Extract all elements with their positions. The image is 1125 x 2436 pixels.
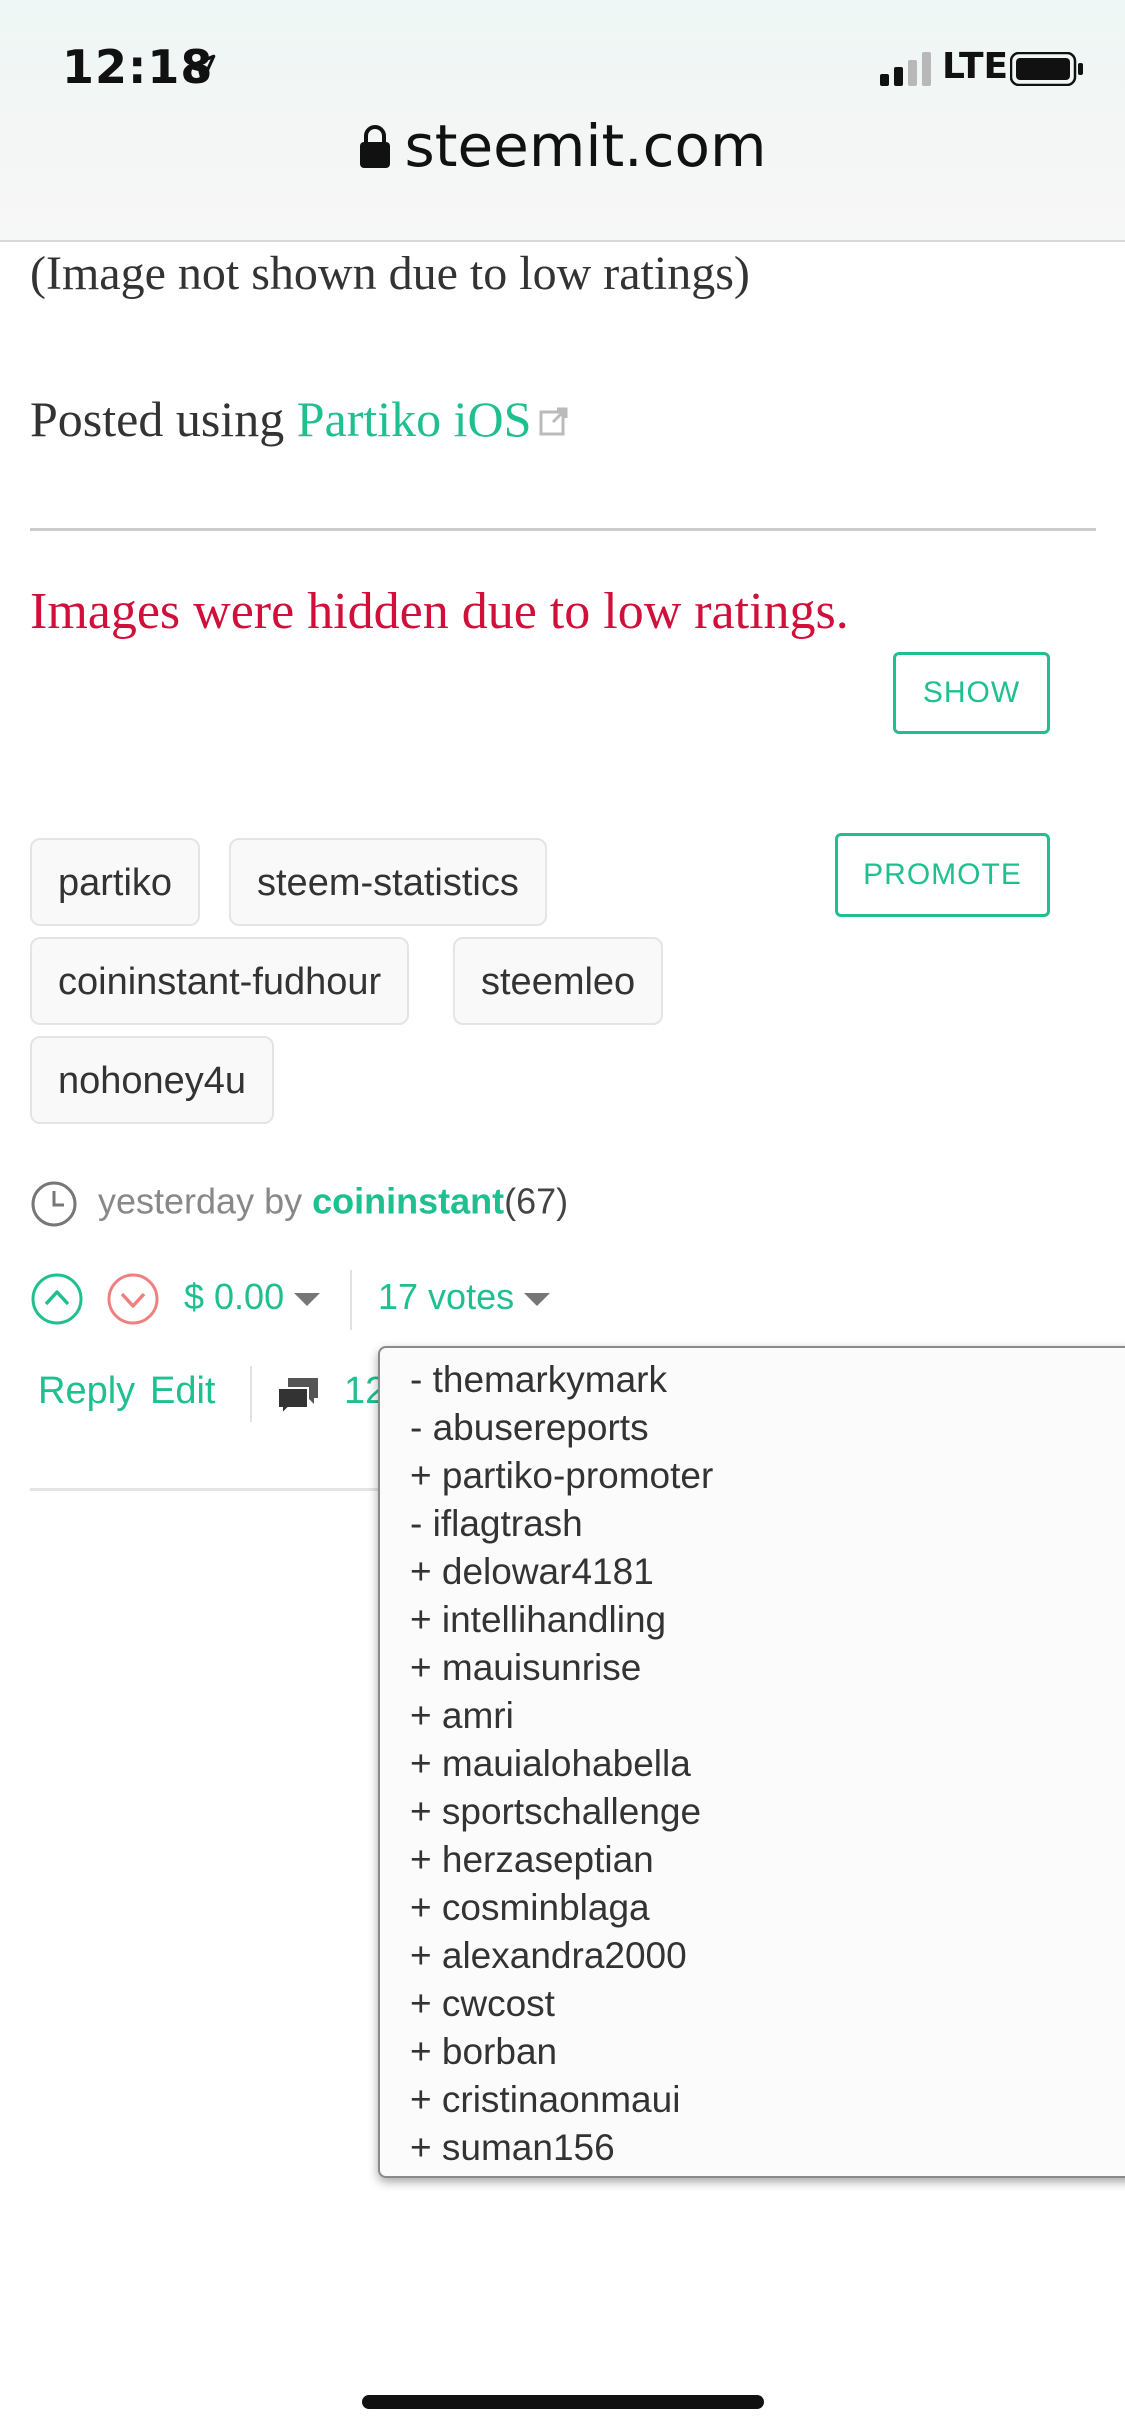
votes-count: 17 votes: [378, 1276, 515, 1317]
voter-item[interactable]: + mauialohabella: [380, 1740, 1125, 1788]
voter-item[interactable]: + amri: [380, 1692, 1125, 1740]
tag-coininstant-fudhour[interactable]: coininstant-fudhour: [30, 937, 410, 1025]
voter-item[interactable]: + cosminblaga: [380, 1884, 1125, 1932]
voter-item[interactable]: + suman156: [380, 2124, 1125, 2172]
home-indicator[interactable]: [362, 2395, 764, 2409]
downvote-button-icon[interactable]: [106, 1272, 160, 1326]
signal-icon: [880, 52, 931, 86]
tag-nohoney4u[interactable]: nohoney4u: [30, 1036, 275, 1124]
author-reputation: (67): [504, 1180, 569, 1222]
image-hidden-notice: (Image not shown due to low ratings): [30, 247, 750, 300]
voter-item[interactable]: - themarkymark: [380, 1356, 1125, 1404]
edit-link[interactable]: Edit: [150, 1370, 215, 1413]
tag-steemleo[interactable]: steemleo: [453, 937, 664, 1025]
vote-separator: [350, 1270, 352, 1330]
reply-link[interactable]: Reply: [38, 1370, 135, 1413]
by-label: by: [254, 1180, 313, 1222]
voter-item[interactable]: + mauisunrise: [380, 1644, 1125, 1692]
partiko-ios-link[interactable]: Partiko iOS: [297, 391, 532, 447]
voter-item[interactable]: + cwcost: [380, 1980, 1125, 2028]
battery-icon: [1010, 52, 1083, 86]
upvote-button-icon[interactable]: [30, 1272, 84, 1326]
voters-dropdown-menu: - themarkymark - abusereports + partiko-…: [378, 1346, 1125, 2178]
voter-item[interactable]: + partiko-promoter: [380, 1452, 1125, 1500]
payout-dropdown[interactable]: $ 0.00: [184, 1276, 321, 1318]
voter-item[interactable]: - abusereports: [380, 1404, 1125, 1452]
voter-item[interactable]: + herzaseptian: [380, 1836, 1125, 1884]
voter-item[interactable]: + sportschallenge: [380, 1788, 1125, 1836]
voter-item[interactable]: + cristinaonmaui: [380, 2076, 1125, 2124]
browser-top-bar: 12:18 LTE steemit.com: [0, 0, 1125, 242]
author-link[interactable]: coininstant: [312, 1181, 504, 1222]
voter-item[interactable]: - iflagtrash: [380, 1500, 1125, 1548]
payout-amount: $ 0.00: [184, 1276, 285, 1317]
tag-steem-statistics[interactable]: steem-statistics: [229, 838, 547, 926]
location-arrow-icon: [186, 54, 216, 83]
show-images-button[interactable]: SHOW: [893, 652, 1050, 734]
post-time: yesterday: [98, 1180, 255, 1222]
content-divider: [30, 528, 1096, 531]
url-text: steemit.com: [404, 112, 767, 180]
comments-icon[interactable]: [274, 1374, 322, 1418]
address-bar[interactable]: steemit.com: [0, 112, 1125, 188]
promote-button[interactable]: PROMOTE: [835, 833, 1050, 917]
clock-icon: [31, 1181, 77, 1227]
voter-item[interactable]: + alexandra2000: [380, 1932, 1125, 1980]
post-meta: yesterday by coininstant(67): [30, 1180, 568, 1228]
hidden-images-warning: Images were hidden due to low ratings.: [30, 583, 849, 640]
voter-item[interactable]: + delowar4181: [380, 1548, 1125, 1596]
voter-item[interactable]: + borban: [380, 2028, 1125, 2076]
lock-icon: [359, 125, 390, 168]
votes-dropdown[interactable]: 17 votes: [378, 1276, 551, 1318]
network-type: LTE: [942, 46, 1009, 87]
external-link-icon: [539, 407, 568, 436]
action-separator: [250, 1366, 252, 1422]
posted-using-line: Posted using Partiko iOS: [30, 390, 569, 448]
posted-prefix: Posted using: [30, 391, 297, 447]
chevron-down-icon: [524, 1292, 551, 1306]
voter-item[interactable]: + intellihandling: [380, 1596, 1125, 1644]
chevron-down-icon: [294, 1292, 321, 1306]
tag-partiko[interactable]: partiko: [30, 838, 201, 926]
